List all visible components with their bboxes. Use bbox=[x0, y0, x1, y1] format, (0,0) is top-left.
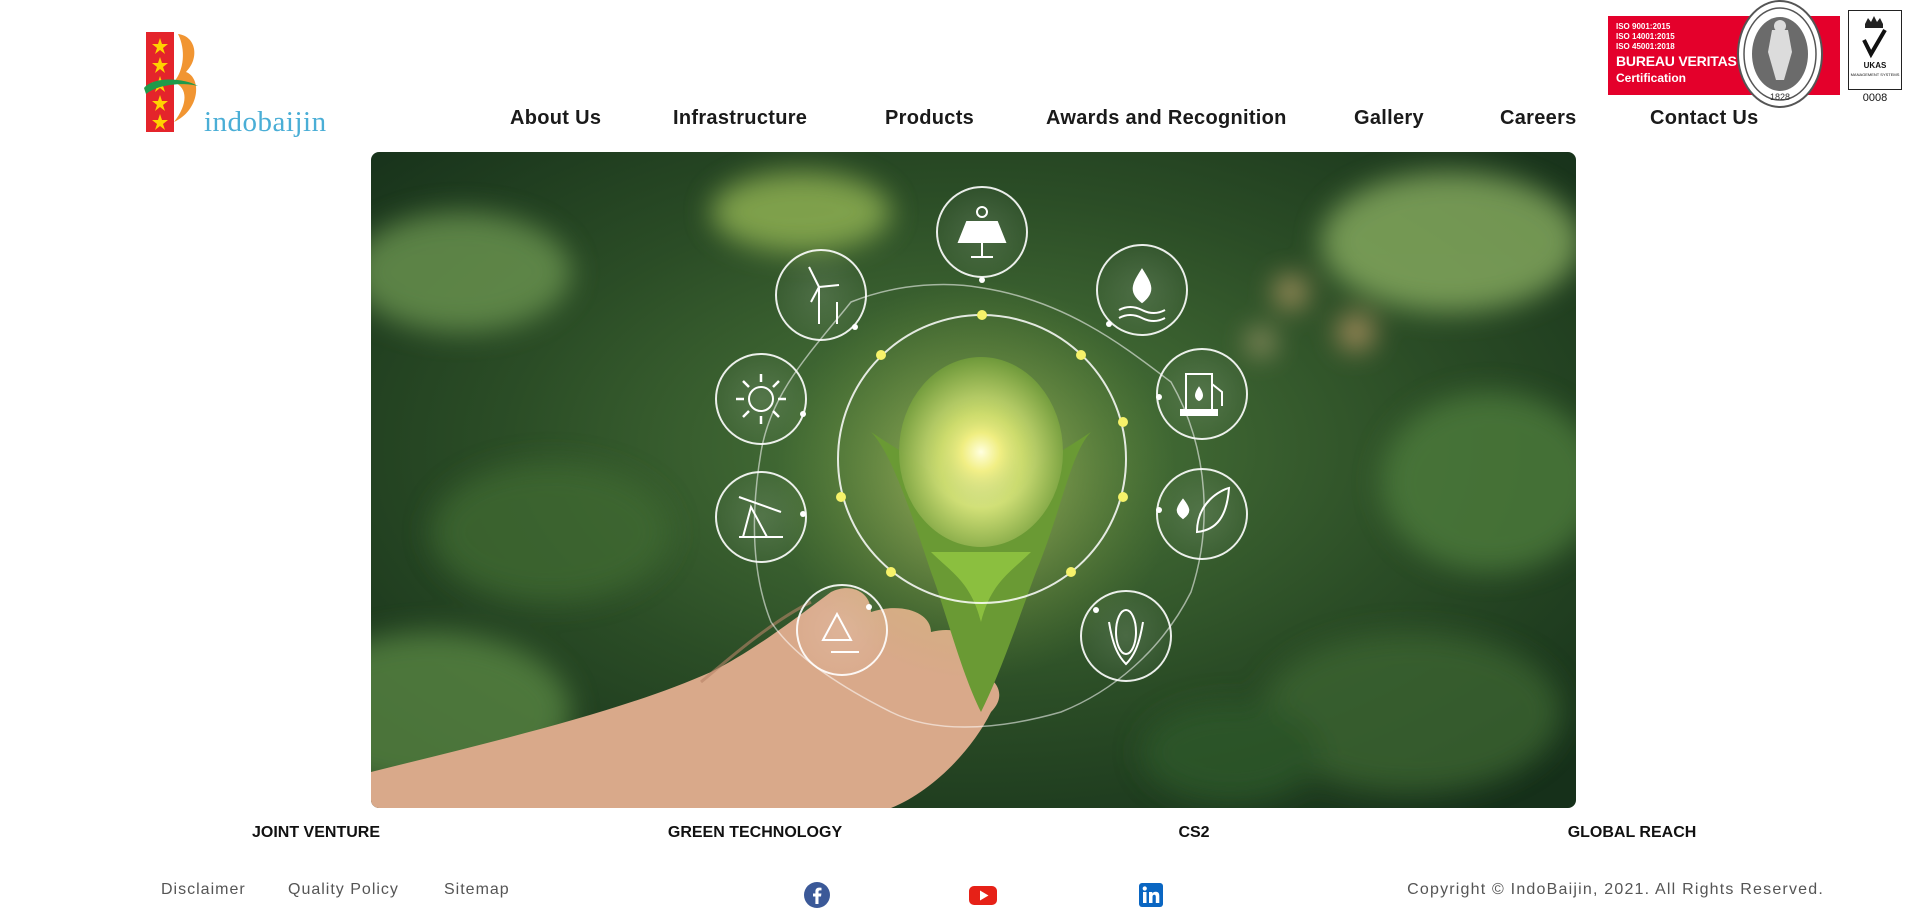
footer-disclaimer-link[interactable]: Disclaimer bbox=[161, 881, 246, 899]
bureau-veritas-seal-icon: 1828 bbox=[1737, 0, 1823, 108]
footer-quality-policy-link[interactable]: Quality Policy bbox=[288, 881, 399, 899]
seal-year: 1828 bbox=[1770, 92, 1790, 102]
iso-14001-line: ISO 14001:2015 bbox=[1616, 32, 1675, 41]
nav-gallery[interactable]: Gallery bbox=[1354, 107, 1424, 130]
linkedin-icon[interactable] bbox=[1136, 880, 1166, 910]
feature-joint-venture: JOINT VENTURE bbox=[251, 824, 381, 841]
ukas-crown-icon bbox=[1862, 16, 1887, 59]
recycle-icon bbox=[796, 584, 888, 676]
nav-contact-us[interactable]: Contact Us bbox=[1650, 107, 1759, 130]
nav-products[interactable]: Products bbox=[885, 107, 974, 130]
hero-image bbox=[371, 152, 1576, 808]
oil-pump-icon bbox=[715, 471, 807, 563]
bureau-veritas-name: BUREAU VERITAS bbox=[1616, 53, 1737, 69]
nav-infrastructure[interactable]: Infrastructure bbox=[673, 107, 807, 130]
feature-global-reach: GLOBAL REACH bbox=[1567, 824, 1697, 841]
ukas-number: 0008 bbox=[1862, 92, 1888, 104]
bureau-veritas-subtitle: Certification bbox=[1616, 71, 1687, 85]
iso-9001-line: ISO 9001:2015 bbox=[1616, 22, 1671, 31]
nav-about-us[interactable]: About Us bbox=[510, 107, 601, 130]
feature-cs2: CS2 bbox=[1178, 824, 1210, 841]
leaf-drop-icon bbox=[1156, 468, 1248, 560]
nav-awards-and-recognition[interactable]: Awards and Recognition bbox=[1046, 107, 1287, 130]
ukas-label: UKAS bbox=[1863, 61, 1887, 70]
facebook-icon[interactable] bbox=[802, 880, 832, 910]
ukas-badge: UKAS MANAGEMENT SYSTEMS bbox=[1848, 10, 1902, 90]
nav-careers[interactable]: Careers bbox=[1500, 107, 1577, 130]
iso-45001-line: ISO 45001:2018 bbox=[1616, 42, 1675, 51]
copyright-text: Copyright © IndoBaijin, 2021. All Rights… bbox=[1407, 881, 1824, 898]
corn-icon bbox=[1080, 590, 1172, 682]
hero-banner bbox=[371, 152, 1576, 808]
youtube-icon[interactable] bbox=[968, 880, 998, 910]
sun-icon bbox=[715, 353, 807, 445]
feature-green-technology: GREEN TECHNOLOGY bbox=[667, 824, 843, 841]
ukas-subtitle: MANAGEMENT SYSTEMS bbox=[1850, 72, 1900, 77]
main-nav: About Us Infrastructure Products Awards … bbox=[0, 107, 1920, 137]
footer-sitemap-link[interactable]: Sitemap bbox=[444, 881, 510, 899]
